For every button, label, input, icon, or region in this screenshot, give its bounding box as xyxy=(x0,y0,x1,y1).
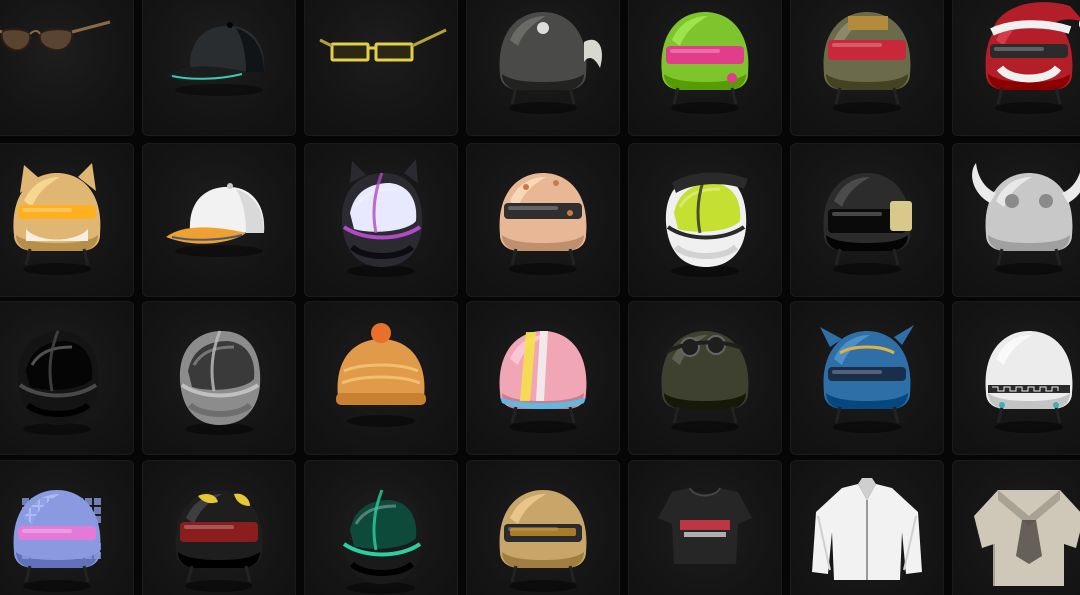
motocross-helmet-icon xyxy=(665,172,748,277)
inventory-item[interactable] xyxy=(304,143,458,297)
white-greek-pattern-helmet-icon xyxy=(985,331,1073,433)
black-green-motorcycle-helmet-icon xyxy=(341,489,423,594)
lime-pink-level3-helmet-icon xyxy=(661,12,749,114)
inventory-item[interactable] xyxy=(0,460,134,595)
inventory-item[interactable] xyxy=(952,460,1080,595)
inventory-item[interactable] xyxy=(466,460,620,595)
goggle-army-helmet-icon xyxy=(661,331,749,433)
inventory-item[interactable] xyxy=(304,460,458,595)
black-pcs-helmet-icon xyxy=(823,173,912,275)
inventory-item[interactable] xyxy=(628,301,782,455)
inventory-item[interactable] xyxy=(628,143,782,297)
inventory-item[interactable] xyxy=(142,460,296,595)
inventory-item[interactable] xyxy=(466,301,620,455)
black-yellow-open-helmet-icon xyxy=(175,490,263,592)
cat-ear-level3-helmet-icon xyxy=(13,163,101,275)
inventory-item[interactable] xyxy=(304,301,458,455)
black-crop-top-icon xyxy=(658,487,752,564)
inventory-item[interactable] xyxy=(0,0,134,136)
aviator-sunglasses-icon xyxy=(0,20,111,52)
silver-motorcycle-helmet-icon xyxy=(179,330,261,435)
pastel-stripe-helmet-icon xyxy=(499,331,587,433)
black-motorcycle-helmet-icon xyxy=(17,330,99,435)
sailor-shirt-icon xyxy=(974,490,1080,586)
camo-goggle-helmet-icon xyxy=(823,12,911,114)
inventory-item[interactable] xyxy=(466,0,620,136)
inventory-item[interactable] xyxy=(790,460,944,595)
inventory-item[interactable] xyxy=(466,143,620,297)
baseball-cap-icon xyxy=(166,22,265,96)
inventory-item[interactable] xyxy=(304,0,458,136)
inventory-item[interactable] xyxy=(790,0,944,136)
cat-ear-visor-helmet-icon xyxy=(341,159,423,277)
inventory-item[interactable] xyxy=(790,301,944,455)
inventory-item[interactable] xyxy=(142,301,296,455)
white-jacket-icon xyxy=(812,478,922,580)
winged-pilot-helmet-icon xyxy=(499,12,603,114)
inventory-item[interactable] xyxy=(0,143,134,297)
beanie-with-pompom-icon xyxy=(336,323,426,427)
white-orange-cap-icon xyxy=(166,183,265,257)
inventory-item[interactable] xyxy=(628,460,782,595)
inventory-item[interactable] xyxy=(952,301,1080,455)
peach-level3-helmet-icon xyxy=(499,173,587,275)
rectangle-sunglasses-icon xyxy=(319,28,447,62)
inventory-grid xyxy=(0,0,1080,595)
blue-dragon-helmet-icon xyxy=(820,325,914,433)
inventory-item[interactable] xyxy=(952,143,1080,297)
viking-horned-helmet-icon xyxy=(972,163,1080,275)
inventory-item[interactable] xyxy=(142,0,296,136)
tan-level3-helmet-icon xyxy=(499,490,587,592)
inventory-item[interactable] xyxy=(0,301,134,455)
inventory-item[interactable] xyxy=(952,0,1080,136)
santa-helmet-icon xyxy=(985,2,1080,114)
inventory-item[interactable] xyxy=(790,143,944,297)
inventory-item[interactable] xyxy=(628,0,782,136)
inventory-item[interactable] xyxy=(142,143,296,297)
disco-ball-helmet-icon xyxy=(13,490,101,592)
